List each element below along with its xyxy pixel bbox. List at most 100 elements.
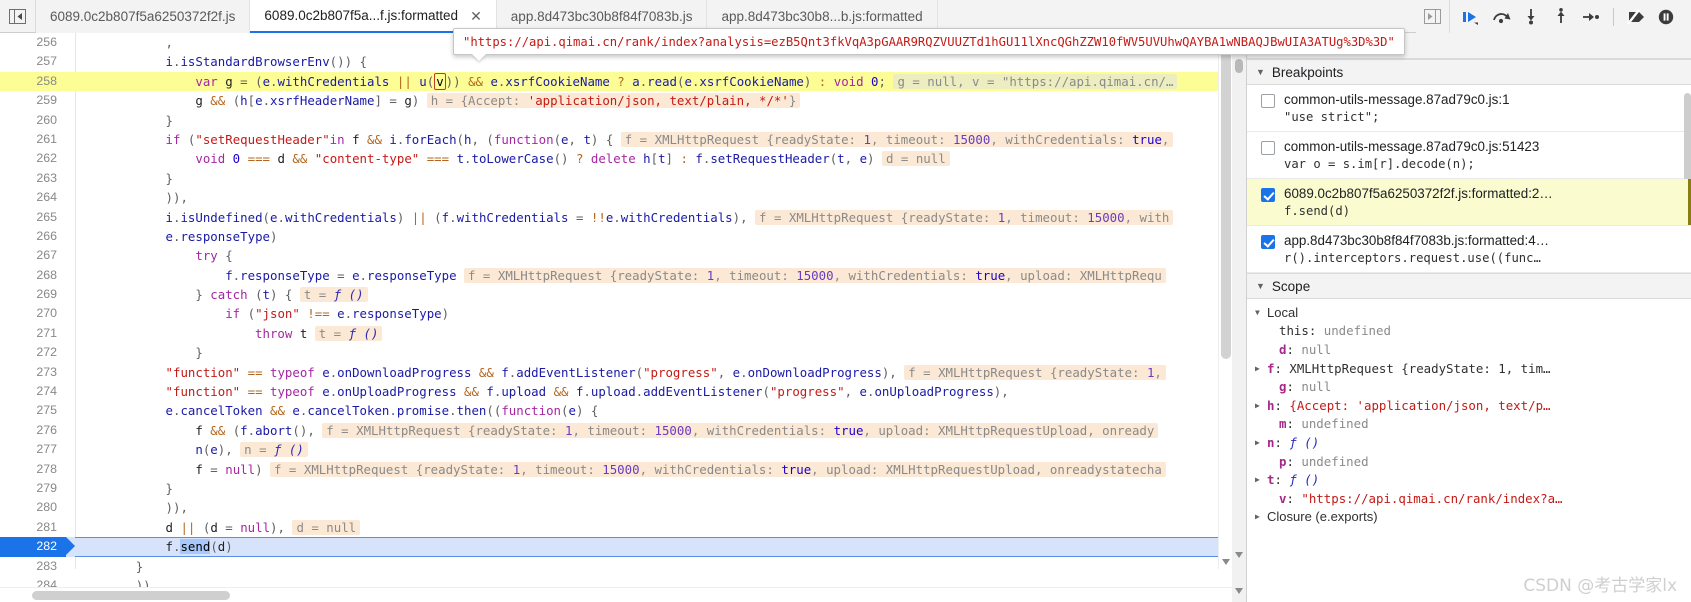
panel-collapse-icon[interactable] [0,0,36,32]
line-number[interactable]: 263 [0,169,66,188]
splitter-scroll-end-icon[interactable] [1232,584,1246,598]
scope-entry[interactable]: ▶m: undefined [1247,415,1691,434]
breakpoints-section-header[interactable]: ▼ Breakpoints [1247,59,1691,85]
show-navigator-icon[interactable] [1416,0,1450,33]
chevron-right-icon[interactable]: ▶ [1255,364,1267,373]
code-line[interactable]: 272 } [0,343,1232,362]
line-number[interactable]: 278 [0,460,66,479]
code-line-current-execution[interactable]: 282 f.send(d) [0,537,1232,557]
line-number[interactable]: 256 [0,33,66,52]
editor-horizontal-scrollbar[interactable] [0,587,1232,602]
code-line[interactable]: 270 if ("json" !== e.responseType) [0,304,1232,323]
resume-script-execution-icon[interactable] [1456,0,1486,33]
scope-section-header[interactable]: ▼ Scope [1247,273,1691,299]
line-number[interactable]: 272 [0,343,66,362]
code-line[interactable]: 262 void 0 === d && "content-type" === t… [0,149,1232,168]
splitter-scroll-down-icon[interactable] [1232,548,1246,562]
scope-entry-expandable[interactable]: ▶ f: XMLHttpRequest {readyState: 1, tim… [1247,359,1691,378]
line-number[interactable]: 271 [0,324,66,343]
code-line[interactable]: 265 i.isUndefined(e.withCredentials) || … [0,208,1232,227]
line-number[interactable]: 276 [0,421,66,440]
scroll-down-icon[interactable] [1219,555,1233,569]
line-number[interactable]: 270 [0,304,66,323]
code-line[interactable]: 260 } [0,111,1232,130]
chevron-right-icon[interactable]: ▶ [1255,438,1267,447]
line-number[interactable]: 265 [0,208,66,227]
code-line[interactable]: 283 } [0,557,1232,576]
line-number[interactable]: 258 [0,72,66,91]
scope-entry[interactable]: ▶v: "https://api.qimai.cn/rank/index?a… [1247,489,1691,508]
code-line[interactable]: 276 f && (f.abort(), f = XMLHttpRequest … [0,421,1232,440]
code-line[interactable]: 268 f.responseType = e.responseType f = … [0,266,1232,285]
code-line[interactable]: 279 } [0,479,1232,498]
line-number[interactable]: 261 [0,130,66,149]
line-number[interactable]: 281 [0,518,66,537]
code-line[interactable]: 259 g && (h[e.xsrfHeaderName] = g) h = {… [0,91,1232,110]
breakpoint-item[interactable]: common-utils-message.87ad79c0.js:51423 v… [1247,132,1691,179]
line-number[interactable]: 273 [0,363,66,382]
code-line[interactable]: 280 )), [0,498,1232,517]
pause-on-exceptions-icon[interactable] [1651,0,1681,33]
chevron-right-icon[interactable]: ▶ [1255,475,1267,484]
scope-local-group[interactable]: ▼ Local [1247,303,1691,322]
breakpoint-item-selected[interactable]: 6089.0c2b807f5a6250372f2f.js:formatted:2… [1247,179,1691,226]
panel-splitter-thumb[interactable] [1235,59,1243,73]
editor-vertical-scrollbar[interactable] [1218,33,1232,569]
line-number-current[interactable]: 282 [0,537,75,557]
line-number[interactable]: 283 [0,557,66,576]
breakpoint-checkbox[interactable] [1261,188,1275,202]
step-out-of-current-function-icon[interactable] [1546,0,1576,33]
line-number[interactable]: 259 [0,91,66,110]
code-line[interactable]: 263 } [0,169,1232,188]
line-number[interactable]: 277 [0,440,66,459]
breakpoint-checkbox[interactable] [1261,235,1275,249]
scope-entry-expandable[interactable]: ▶ h: {Accept: 'application/json, text/p… [1247,396,1691,415]
panel-splitter-scrollbar[interactable] [1232,33,1246,602]
code-line[interactable]: 277 n(e), n = ƒ () [0,440,1232,459]
code-line[interactable]: 278 f = null) f = XMLHttpRequest {readyS… [0,460,1232,479]
step-icon[interactable] [1576,0,1606,33]
scope-entry[interactable]: ▶p: undefined [1247,452,1691,471]
code-line[interactable]: 274 "function" == typeof e.onUploadProgr… [0,382,1232,401]
scope-closure-group[interactable]: ▶ Closure (e.exports) [1247,508,1691,527]
step-into-next-function-call-icon[interactable] [1516,0,1546,33]
code-line[interactable]: 261 if ("setRequestHeader"in f && i.forE… [0,130,1232,149]
line-number[interactable]: 279 [0,479,66,498]
scope-entry-expandable[interactable]: ▶ t: ƒ () [1247,470,1691,489]
breakpoint-item[interactable]: app.8d473bc30b8f84f7083b.js:formatted:4…… [1247,226,1691,273]
step-over-next-function-call-icon[interactable] [1486,0,1516,33]
breakpoint-item[interactable]: common-utils-message.87ad79c0.js:1 "use … [1247,85,1691,132]
scope-entry[interactable]: ▶this: undefined [1247,322,1691,341]
code-line[interactable]: 281 d || (d = null), d = null [0,518,1232,537]
code-line[interactable]: 273 "function" == typeof e.onDownloadPro… [0,363,1232,382]
line-number[interactable]: 267 [0,246,66,265]
line-number[interactable]: 257 [0,52,66,71]
line-number[interactable]: 268 [0,266,66,285]
editor-vertical-scrollbar-thumb[interactable] [1221,49,1231,359]
scope-entry[interactable]: ▶d: null [1247,340,1691,359]
line-number[interactable]: 274 [0,382,66,401]
breakpoint-checkbox[interactable] [1261,94,1275,108]
code-line[interactable]: 269 } catch (t) { t = ƒ () [0,285,1232,304]
deactivate-breakpoints-icon[interactable] [1621,0,1651,33]
code-line[interactable]: 257 i.isStandardBrowserEnv()) { [0,52,1232,71]
hovered-variable[interactable]: v [434,72,446,90]
code-line[interactable]: 271 throw t t = ƒ () [0,324,1232,343]
code-line[interactable]: 264 )), [0,188,1232,207]
code-line[interactable]: 267 try { [0,246,1232,265]
line-number[interactable]: 275 [0,401,66,420]
line-number[interactable]: 280 [0,498,66,517]
code-line-highlighted[interactable]: 258 var g = (e.withCredentials || u(v)) … [0,71,1232,92]
line-number[interactable]: 262 [0,149,66,168]
line-number[interactable]: 264 [0,188,66,207]
line-number[interactable]: 266 [0,227,66,246]
breakpoint-checkbox[interactable] [1261,141,1275,155]
line-number[interactable]: 269 [0,285,66,304]
chevron-right-icon[interactable]: ▶ [1255,401,1267,410]
scope-entry-expandable[interactable]: ▶ n: ƒ () [1247,433,1691,452]
source-code-editor[interactable]: 256 , 257 i.isStandardBrowserEnv()) { 25… [0,33,1232,602]
code-line[interactable]: 275 e.cancelToken && e.cancelToken.promi… [0,401,1232,420]
chevron-right-icon[interactable]: ▶ [1255,512,1267,521]
line-number[interactable]: 260 [0,111,66,130]
close-icon[interactable]: ✕ [470,9,482,23]
